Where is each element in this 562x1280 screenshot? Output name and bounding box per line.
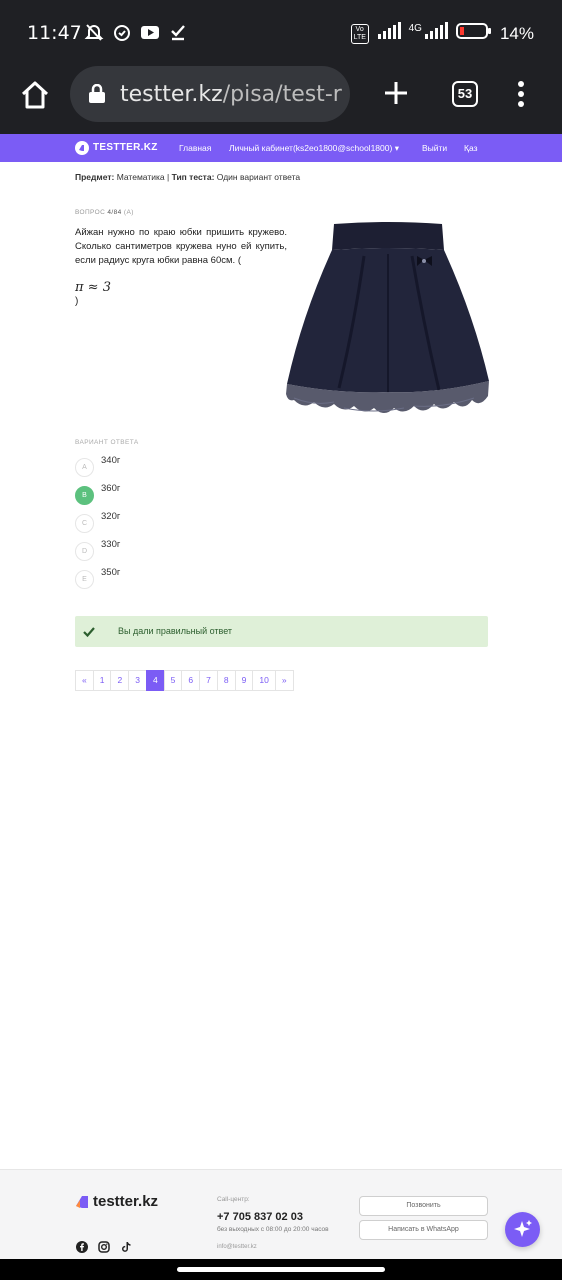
tiktok-icon[interactable]: [120, 1240, 132, 1252]
status-time: 11:47: [27, 22, 82, 44]
contact-email[interactable]: info@testter.kz: [217, 1244, 257, 1250]
answer-letter[interactable]: D: [75, 542, 94, 561]
new-tab-icon[interactable]: [382, 79, 410, 107]
nav-cabinet[interactable]: Личный кабинет(ks2eo1800@school1800) ▾: [229, 143, 399, 154]
address-bar[interactable]: testter.kz/pisa/test-re: [70, 66, 350, 122]
page-10[interactable]: 10: [252, 670, 276, 691]
answer-option-a[interactable]: A 340г: [75, 455, 275, 478]
site-nav: TESTTER.KZ Главная Личный кабинет(ks2eo1…: [0, 134, 562, 162]
mute-alarm-icon: [84, 22, 104, 42]
answer-option-c[interactable]: C 320г: [75, 511, 275, 534]
whatsapp-button[interactable]: Написать в WhatsApp: [359, 1220, 488, 1240]
status-notification-icons: [84, 22, 188, 42]
instagram-icon[interactable]: [98, 1240, 110, 1253]
question-image: [284, 216, 492, 426]
page-7[interactable]: 7: [199, 670, 218, 691]
lock-icon[interactable]: [88, 83, 106, 109]
answer-text[interactable]: 360г: [101, 483, 120, 494]
page-8[interactable]: 8: [216, 670, 236, 691]
answer-letter[interactable]: A: [75, 458, 94, 477]
alert-message: Вы дали правильный ответ: [118, 626, 233, 636]
signal-2-icon: [424, 22, 448, 45]
signal-icon: [377, 22, 401, 45]
nav-logout[interactable]: Выйти: [422, 143, 447, 153]
youtube-icon: [140, 22, 160, 42]
facebook-icon[interactable]: [76, 1240, 88, 1253]
page-5[interactable]: 5: [163, 670, 183, 691]
checkmark-icon: [83, 625, 95, 643]
browser-toolbar: testter.kz/pisa/test-re 53: [0, 66, 562, 134]
answer-text[interactable]: 340г: [101, 455, 120, 466]
brand-logo-icon[interactable]: [75, 141, 89, 155]
network-type: 4G: [408, 23, 422, 34]
footer-logo-icon[interactable]: [74, 1194, 90, 1210]
page-4-current[interactable]: 4: [145, 670, 165, 691]
more-menu-icon[interactable]: [517, 81, 525, 107]
status-bar: 11:47 Vo LTE 4G 14%: [0, 0, 562, 66]
answers-label: ВАРИАНТ ОТВЕТА: [75, 439, 139, 446]
page-next[interactable]: »: [274, 670, 294, 691]
answer-text[interactable]: 350г: [101, 567, 120, 578]
system-nav-bar: [0, 1259, 562, 1280]
call-center-phone[interactable]: +7 705 837 02 03: [217, 1211, 303, 1223]
call-center-label: Call-центр:: [217, 1196, 250, 1203]
page-6[interactable]: 6: [181, 670, 201, 691]
page-3[interactable]: 3: [128, 670, 147, 691]
battery-percent: 14%: [499, 23, 534, 43]
battery-icon: [455, 22, 492, 45]
chevron-down-icon: ▾: [394, 143, 399, 153]
tab-switcher-button[interactable]: 53: [452, 81, 478, 107]
answer-option-b[interactable]: B 360г: [75, 483, 275, 506]
call-center-hours: без выходных с 08:00 до 20:00 часов: [217, 1226, 329, 1233]
sparkle-icon: [514, 1220, 532, 1237]
answer-letter[interactable]: E: [75, 570, 94, 589]
pagination: « 1 2 3 4 5 6 7 8 9 10 »: [75, 670, 294, 691]
ai-assistant-button[interactable]: [505, 1212, 540, 1247]
answer-letter-correct[interactable]: B: [75, 486, 94, 505]
answer-letter[interactable]: C: [75, 514, 94, 533]
download-done-icon: [168, 22, 188, 42]
status-system-icons: Vo LTE 4G 14%: [350, 22, 534, 45]
call-button[interactable]: Позвонить: [359, 1196, 488, 1216]
footer: testter.kz Call-центр: +7 705 837 02 03 …: [0, 1169, 562, 1259]
page-9[interactable]: 9: [234, 670, 254, 691]
question-text: Айжан нужно по краю юбки пришить кружево…: [75, 227, 287, 266]
footer-brand[interactable]: testter.kz: [93, 1193, 158, 1210]
answer-text[interactable]: 320г: [101, 511, 120, 522]
home-gesture-pill[interactable]: [177, 1267, 385, 1272]
success-alert: Вы дали правильный ответ: [75, 616, 488, 647]
question-close-paren: ): [75, 296, 79, 307]
answer-option-e[interactable]: E 350г: [75, 567, 275, 590]
volte-icon: Vo LTE: [350, 23, 369, 44]
url-text[interactable]: testter.kz/pisa/test-re: [120, 82, 342, 107]
page-2[interactable]: 2: [110, 670, 130, 691]
answer-text[interactable]: 330г: [101, 539, 120, 550]
home-icon[interactable]: [18, 78, 52, 112]
brand-name[interactable]: TESTTER.KZ: [93, 142, 158, 153]
question-formula: π ≈ 3: [75, 280, 111, 295]
alarm-icon: [112, 22, 132, 42]
nav-home[interactable]: Главная: [179, 143, 211, 153]
page-prev[interactable]: «: [75, 670, 94, 691]
question-number: ВОПРОС 4/84 (A): [75, 209, 134, 216]
answer-option-d[interactable]: D 330г: [75, 539, 275, 562]
test-meta: Предмет: Математика | Тип теста: Один ва…: [75, 172, 301, 182]
page-1[interactable]: 1: [92, 670, 112, 691]
nav-language[interactable]: Қаз: [464, 143, 477, 153]
